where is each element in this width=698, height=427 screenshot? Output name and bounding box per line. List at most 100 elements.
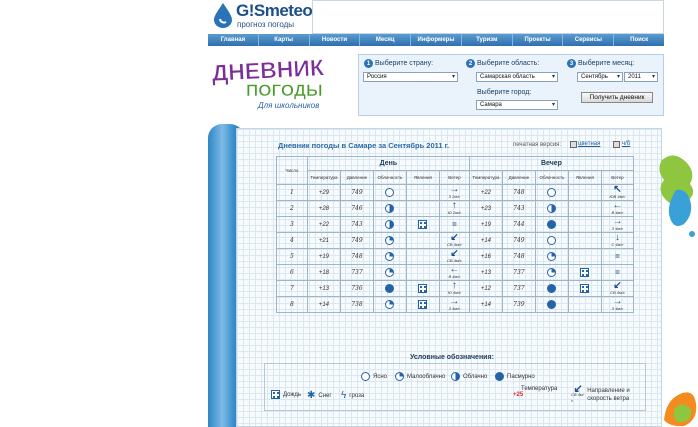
- step-region: 2 Выберите область:: [466, 59, 539, 68]
- legend-partly: Малооблачно: [395, 372, 445, 381]
- step-2-label: Выберите область:: [477, 60, 540, 67]
- table-row: 6 +18 737 ← В 4м/с +13 737 =: [276, 264, 635, 281]
- wind-direction-icon: →: [449, 296, 460, 307]
- day-temperature-cell: +21: [306, 232, 341, 249]
- evening-phenomena-cell: [567, 280, 602, 297]
- date-cell: 1: [276, 184, 308, 201]
- printer-bw-icon[interactable]: [613, 141, 620, 148]
- evening-wind-cell: =: [600, 264, 635, 281]
- day-wind-cell: → З 2м/с: [438, 184, 470, 201]
- nav-item-8[interactable]: Сервисы: [563, 34, 615, 46]
- evening-cloudiness-cell: [534, 296, 569, 313]
- evening-pressure-cell: 737: [501, 264, 536, 281]
- wind-direction-icon: ↙: [450, 248, 459, 259]
- diary-logo-line3: Для школьников: [257, 101, 319, 110]
- nav-item-9[interactable]: Поиск: [614, 34, 664, 46]
- nav-item-7[interactable]: Проекты: [513, 34, 564, 46]
- evening-pressure-cell: 739: [501, 296, 536, 313]
- day-phenomena-cell: [405, 184, 440, 201]
- col-date: Число: [276, 156, 308, 185]
- nav-item-5[interactable]: Информеры: [411, 34, 462, 46]
- partly-icon: [547, 268, 557, 277]
- evening-wind-cell: → З 4м/с: [600, 296, 635, 313]
- day-wind-cell: ↙ СВ 4м/с: [438, 232, 470, 249]
- table-row: 5 +19 748 ↙ СВ 4м/с +16 748 =: [276, 248, 635, 265]
- city-select[interactable]: Самара: [476, 100, 558, 110]
- nav-item-4[interactable]: Месяц: [360, 34, 412, 46]
- get-diary-button[interactable]: Получить дневник: [581, 92, 653, 103]
- partly-icon: [385, 268, 395, 277]
- weather-table: Число День Вечер Температура Давление Об…: [276, 156, 635, 313]
- day-pressure-cell: 737: [339, 264, 374, 281]
- cloudy-icon: [385, 220, 395, 229]
- wind-speed: Ю 2м/с: [447, 210, 462, 215]
- table-row: 3 +22 743 = +19 744 → З 4м/с: [276, 216, 635, 233]
- banner-area: [312, 0, 664, 34]
- country-select[interactable]: Россия: [363, 72, 458, 82]
- clear-icon: [361, 372, 370, 381]
- lightning-icon: ϟ: [341, 390, 347, 401]
- diary-selector: 1 Выберите страну: Россия 2 Выберите обл…: [358, 54, 664, 116]
- nav-item-3[interactable]: Новости: [310, 34, 361, 46]
- wind-direction-icon: ↑: [451, 280, 457, 291]
- region-select[interactable]: Самарская область: [476, 72, 558, 82]
- evening-temperature-cell: +14: [468, 232, 503, 249]
- day-pressure-cell: 746: [339, 200, 374, 217]
- day-temperature-cell: +18: [306, 264, 341, 281]
- evening-temperature-cell: +16: [468, 248, 503, 265]
- wind-speed: СВ 4м/с: [610, 290, 625, 295]
- evening-temperature-cell: +19: [468, 216, 503, 233]
- logo-subtitle: прогноз погоды: [237, 20, 295, 29]
- nav-item-2[interactable]: Карты: [259, 34, 310, 46]
- rain-icon: [271, 390, 280, 399]
- overcast-icon: [547, 284, 557, 293]
- clear-icon: [385, 188, 395, 197]
- day-cloudiness-cell: [372, 200, 407, 217]
- main-nav: Главная Карты Новости Месяц Информеры Туризм П…: [208, 34, 664, 46]
- day-pressure-cell: 748: [339, 248, 374, 265]
- rain-icon: [580, 284, 590, 293]
- evening-phenomena-cell: [567, 296, 602, 313]
- day-cloudiness-cell: [372, 216, 407, 233]
- day-phenomena-cell: [405, 248, 440, 265]
- nav-item-6[interactable]: Туризм: [462, 34, 513, 46]
- date-cell: 8: [276, 296, 308, 313]
- day-cloudiness-cell: [372, 280, 407, 297]
- day-phenomena-cell: [405, 232, 440, 249]
- evening-cloudiness-cell: [534, 200, 569, 217]
- evening-phenomena-cell: [567, 184, 602, 201]
- legend-rain-label: Дождь: [283, 391, 302, 398]
- year-select[interactable]: 2011: [624, 72, 658, 82]
- print-bw-link[interactable]: ч/б: [622, 141, 630, 147]
- wind-speed: З 4м/с: [611, 306, 624, 311]
- gismeteo-logo[interactable]: G!Smeteo прогноз погоды: [208, 0, 313, 33]
- col-evening-wind: Ветер: [600, 170, 635, 185]
- evening-cloudiness-cell: [534, 216, 569, 233]
- nav-item-1[interactable]: Главная: [208, 34, 259, 46]
- evening-temperature-cell: +23: [468, 200, 503, 217]
- evening-pressure-cell: 743: [501, 200, 536, 217]
- wind-direction-icon: →: [449, 184, 460, 195]
- legend-snow-label: Снег: [318, 392, 332, 399]
- printer-icon[interactable]: [570, 141, 577, 148]
- day-phenomena-cell: [405, 264, 440, 281]
- step-1-label: Выберите страну:: [375, 60, 434, 67]
- date-cell: 2: [276, 200, 308, 217]
- legend-temperature: Температура +25: [513, 386, 557, 398]
- partly-icon: [547, 252, 557, 261]
- date-cell: 7: [276, 280, 308, 297]
- clear-icon: [547, 188, 557, 197]
- day-temperature-cell: +29: [306, 184, 341, 201]
- evening-wind-cell: ← В 4м/с: [600, 200, 635, 217]
- print-color-link[interactable]: цветная: [578, 141, 600, 147]
- wind-speed: З 4м/с: [448, 306, 461, 311]
- diary-logo: ДНЕВНИК ПОГОДЫ Для школьников: [211, 54, 326, 110]
- month-select[interactable]: Сентябрь: [577, 72, 623, 82]
- evening-cloudiness-cell: [534, 232, 569, 249]
- day-temperature-cell: +19: [306, 248, 341, 265]
- evening-cloudiness-cell: [534, 184, 569, 201]
- wind-direction-icon: =: [615, 251, 620, 261]
- table-row: 7 +13 736 ↑ Ю 4м/с +12 737 ↙ СВ 4м/с: [276, 280, 635, 297]
- group-day: День: [306, 156, 470, 171]
- legend-storm-label: гроза: [349, 392, 365, 399]
